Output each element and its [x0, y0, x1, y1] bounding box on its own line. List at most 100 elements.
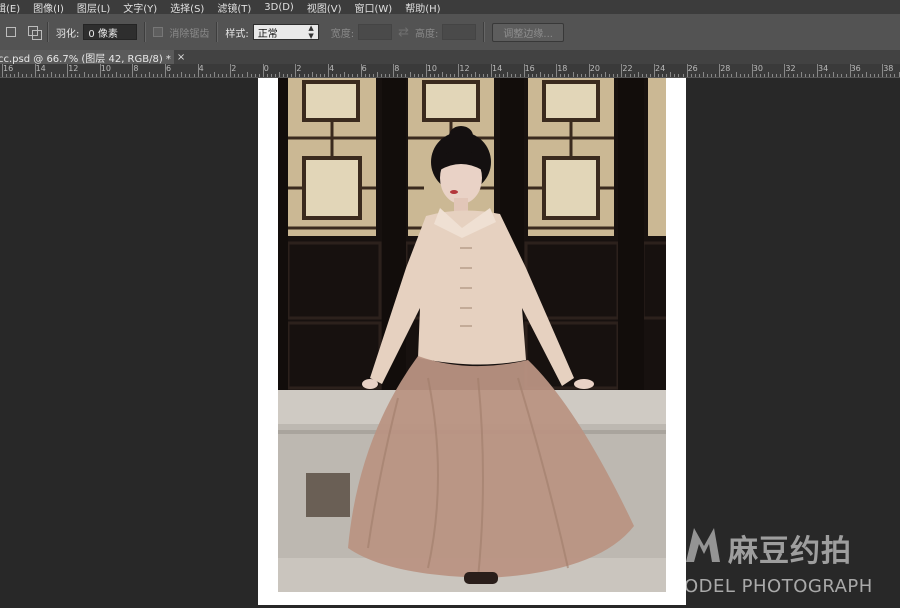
ruler-tick [262, 64, 264, 77]
ruler-tick [250, 74, 252, 77]
menu-item[interactable]: 帮助(H) [405, 0, 440, 15]
swap-icon[interactable]: ⇄ [398, 25, 409, 40]
feather-input[interactable]: 0 像素 [83, 24, 138, 40]
ruler-tick [812, 74, 814, 77]
ruler-tick [385, 74, 387, 77]
menu-item[interactable]: 辑(E) [0, 0, 20, 15]
width-label: 宽度: [330, 28, 355, 40]
ruler-tick [107, 74, 109, 77]
ruler-tick [869, 74, 871, 77]
ruler-tick [470, 74, 472, 77]
ruler-tick [83, 72, 85, 77]
ruler-tick [894, 74, 896, 77]
menu-item[interactable]: 视图(V) [307, 0, 342, 15]
ruler-tick [442, 72, 444, 77]
ruler-tick [401, 74, 403, 77]
add-selection-icon[interactable] [28, 26, 42, 40]
ruler-tick [103, 74, 105, 77]
ruler-tick [462, 74, 464, 77]
ruler-tick [258, 74, 260, 77]
ruler-tick [283, 74, 285, 77]
ruler-tick [177, 74, 179, 77]
ruler-tick [511, 74, 513, 77]
ruler-tick [332, 74, 334, 77]
menu-item[interactable]: 滤镜(T) [217, 0, 251, 15]
ruler-label: 4 [198, 64, 204, 73]
ruler-tick [95, 74, 97, 77]
ruler-tick [112, 74, 114, 77]
ruler-tick [495, 74, 497, 77]
ruler-label: 2 [231, 64, 237, 73]
document-tab[interactable]: cc.psd @ 66.7% (图层 42, RGB/8) * × [0, 50, 185, 65]
watermark: 麻豆约拍 ODEL PHOTOGRAPH [680, 518, 900, 608]
ruler-tick [340, 74, 342, 77]
ruler-tick [87, 74, 89, 77]
ruler-tick [576, 74, 578, 77]
ruler-label: 30 [752, 64, 763, 73]
ruler-tick [34, 64, 36, 77]
ruler-tick [409, 72, 411, 77]
ruler-tick [238, 74, 240, 77]
menu-item[interactable]: 窗口(W) [355, 0, 393, 15]
ruler-tick [588, 64, 590, 77]
ruler-tick [2, 64, 3, 77]
ruler-tick [621, 64, 623, 77]
ruler-tick [311, 72, 313, 77]
ruler-tick [230, 64, 232, 77]
menu-item[interactable]: 图层(L) [77, 0, 110, 15]
height-input[interactable] [442, 24, 477, 40]
ruler-tick [654, 64, 655, 77]
ruler-tick [181, 72, 183, 77]
ruler-tick [26, 74, 28, 77]
style-label: 样式: [225, 28, 249, 40]
ruler-tick [79, 74, 81, 77]
width-input[interactable] [358, 24, 393, 40]
ruler-tick [886, 74, 888, 77]
ruler-tick [352, 74, 354, 77]
ruler-tick [405, 74, 407, 77]
ruler-tick [535, 74, 537, 77]
ruler-tick [560, 74, 562, 77]
style-select[interactable]: 正常 ▲ ▼ [252, 24, 319, 40]
ruler-tick [482, 74, 484, 77]
ruler-label: 14 [492, 64, 503, 73]
ruler-label: 20 [589, 64, 600, 73]
menu-item[interactable]: 图像(I) [33, 0, 64, 15]
refine-edge-button[interactable]: 调整边缘... [492, 22, 564, 42]
menu-item[interactable]: 3D(D) [264, 2, 294, 13]
ruler-tick [592, 74, 594, 77]
ruler-tick [54, 74, 56, 77]
ruler-tick [120, 74, 122, 77]
ruler-tick [474, 72, 476, 77]
ruler-tick [731, 74, 733, 77]
ruler-tick [144, 74, 146, 77]
menu-item[interactable]: 选择(S) [170, 0, 204, 15]
ruler-tick [132, 64, 134, 77]
ruler-tick [368, 74, 370, 77]
ruler-tick [91, 74, 93, 77]
ruler-tick [201, 74, 203, 77]
ruler-label: 32 [785, 64, 796, 73]
ruler-tick [641, 74, 643, 77]
ruler-tick [59, 74, 61, 77]
ruler-tick [315, 74, 317, 77]
ruler-tick [189, 74, 191, 77]
ruler-label: 16 [524, 64, 535, 73]
ruler-tick [690, 74, 692, 77]
ruler-tick [596, 74, 598, 77]
canvas-photo[interactable] [278, 78, 666, 592]
antialias-checkbox[interactable] [153, 27, 164, 37]
ruler-tick [336, 74, 338, 77]
new-selection-icon[interactable] [6, 27, 16, 37]
ruler-label: 16 [3, 64, 14, 73]
ruler-tick [348, 74, 350, 77]
ruler-tick [543, 74, 545, 77]
menu-item[interactable]: 文字(Y) [123, 0, 157, 15]
ruler-tick [821, 74, 823, 77]
style-value: 正常 [257, 28, 278, 40]
ruler-tick [784, 64, 786, 77]
ruler-label: 4 [329, 64, 335, 73]
ruler-tick [116, 72, 118, 77]
close-icon[interactable]: × [177, 52, 185, 63]
ruler-tick [723, 74, 725, 77]
